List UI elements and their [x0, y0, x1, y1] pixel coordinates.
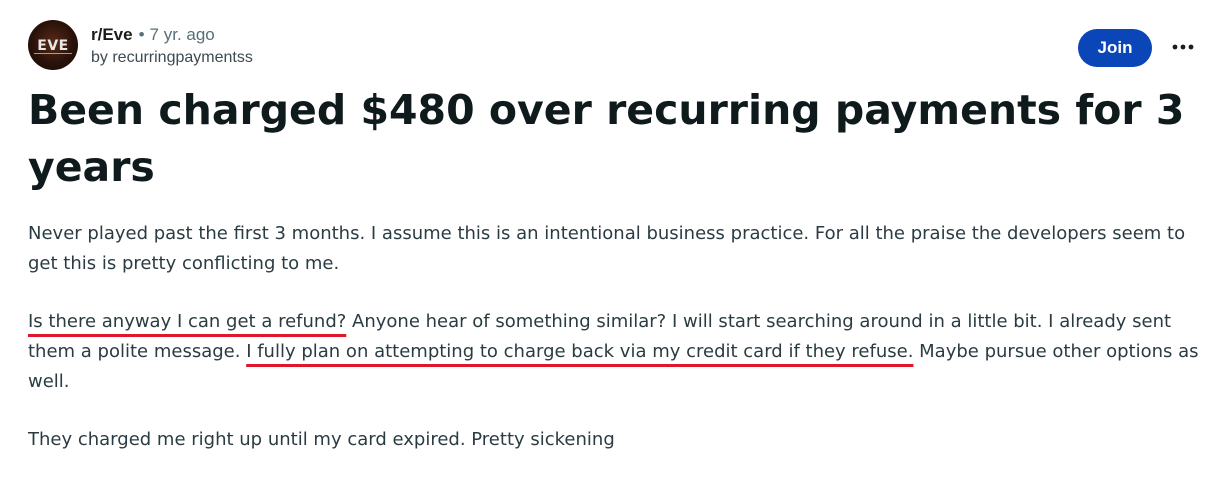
- post-header: EVE r/Eve • 7 yr. ago by recurringpayments…: [28, 20, 1198, 74]
- more-options-button[interactable]: [1168, 32, 1198, 62]
- more-options-icon: [1172, 44, 1194, 50]
- post-age: 7 yr. ago: [149, 25, 215, 44]
- highlighted-chargeback-plan: I fully plan on attempting to charge bac…: [246, 341, 914, 362]
- eve-online-logo-icon: EVE: [34, 38, 72, 54]
- subreddit-avatar[interactable]: EVE: [28, 20, 78, 70]
- highlighted-refund-question: Is there anyway I can get a refund?: [28, 311, 347, 332]
- body-paragraph-2: Is there anyway I can get a refund? Anyo…: [28, 307, 1203, 397]
- author-byline[interactable]: by recurringpaymentss: [91, 49, 253, 66]
- meta-separator: •: [138, 25, 145, 44]
- post-meta: r/Eve • 7 yr. ago by recurringpaymentss: [91, 23, 253, 69]
- body-paragraph-3: They charged me right up until my card e…: [28, 429, 615, 450]
- body-paragraph-1: Never played past the first 3 months. I …: [28, 223, 1186, 274]
- post-body: Never played past the first 3 months. I …: [28, 219, 1203, 483]
- subreddit-link[interactable]: r/Eve: [91, 25, 133, 44]
- avatar-logo-text: EVE: [37, 38, 68, 54]
- join-button[interactable]: Join: [1078, 29, 1152, 67]
- post-title[interactable]: Been charged $480 over recurring payment…: [28, 82, 1198, 196]
